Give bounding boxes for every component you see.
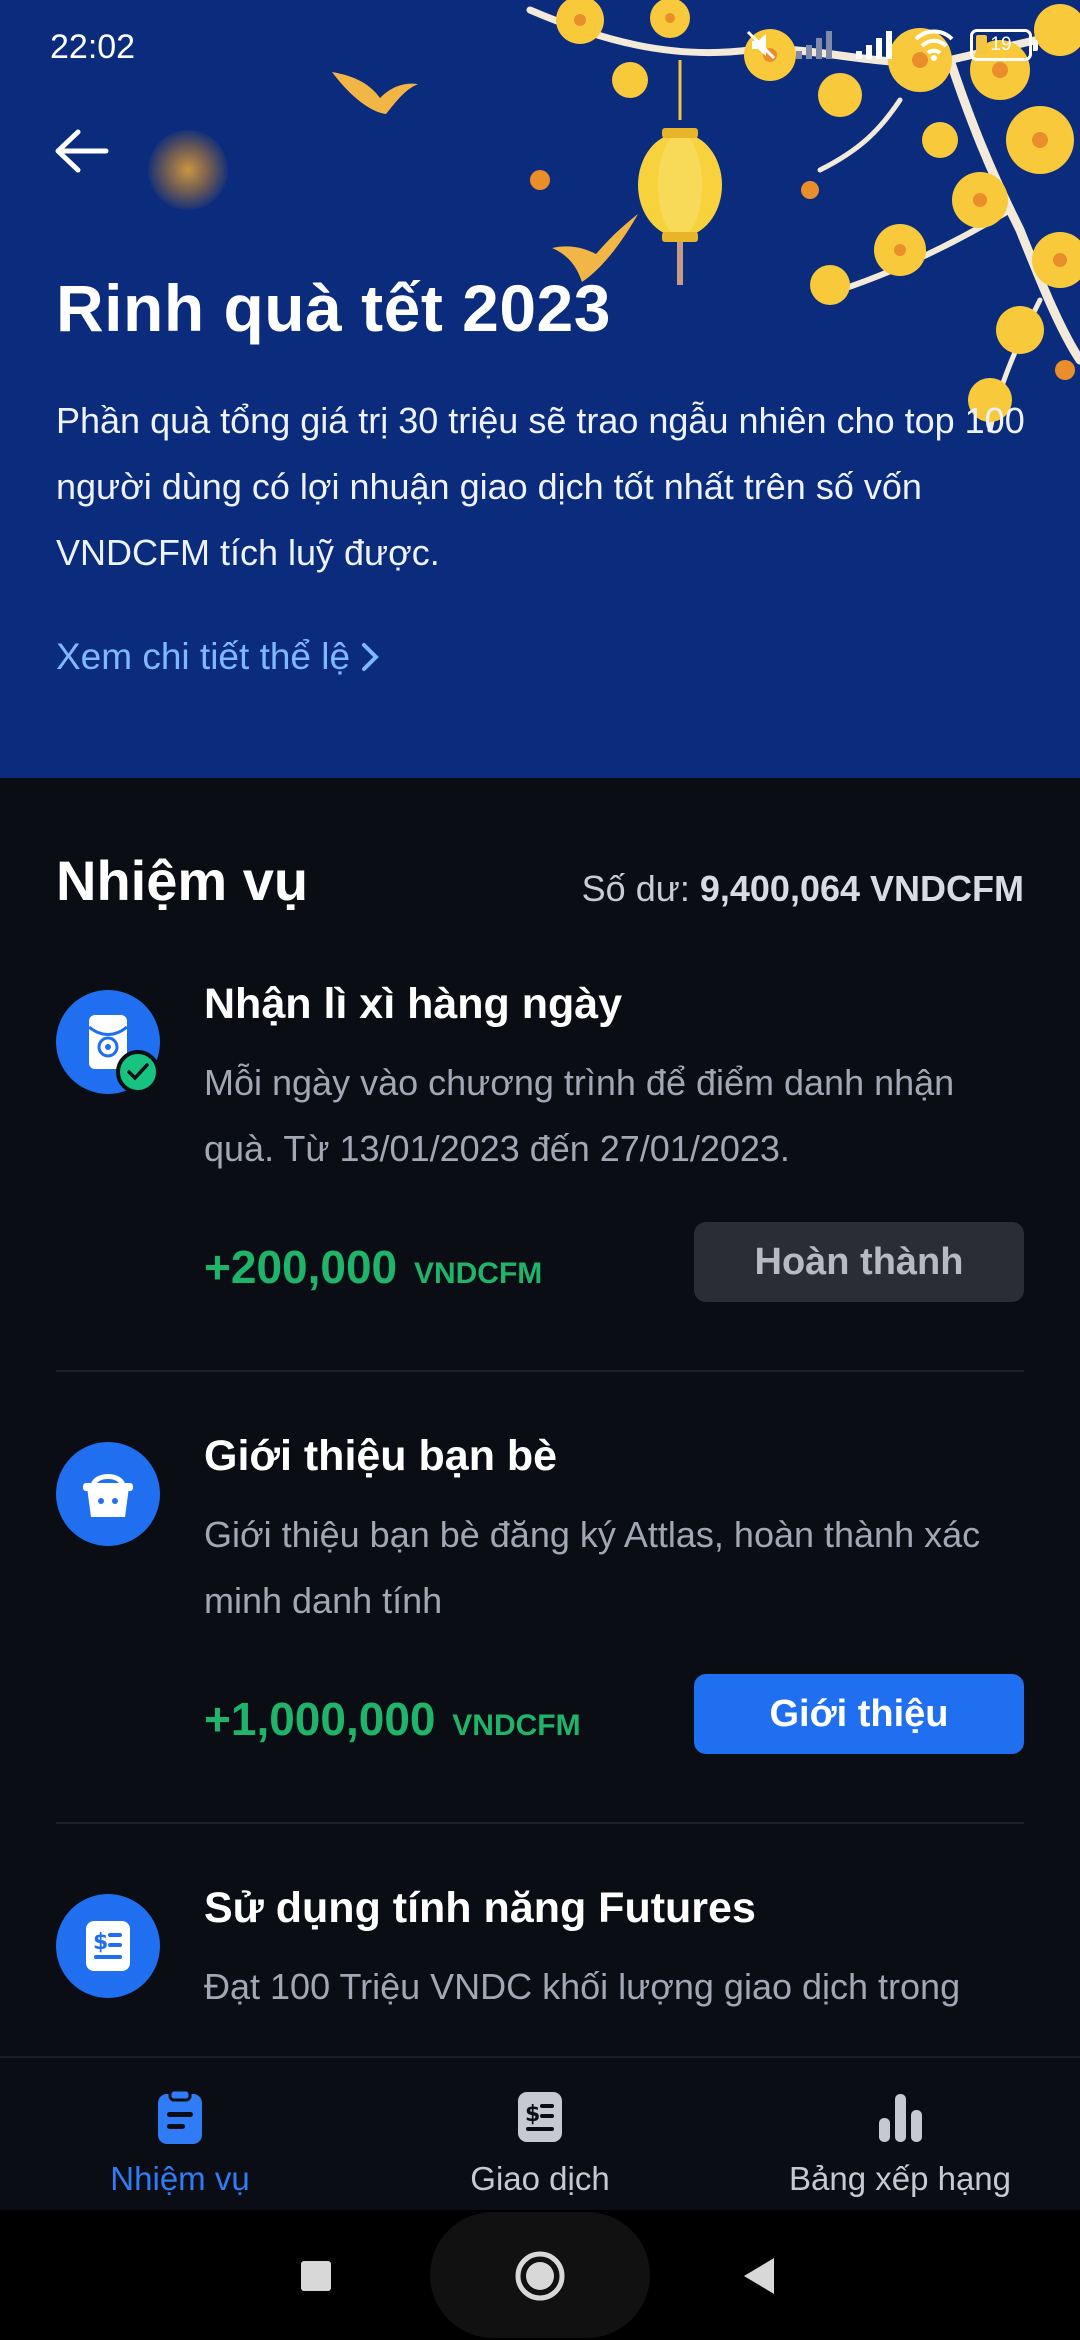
- svg-text:$: $: [93, 1930, 108, 1955]
- tab-missions[interactable]: Nhiệm vụ: [0, 2058, 360, 2210]
- system-navigation-bar: [0, 2210, 1080, 2340]
- task-daily-lixi: Nhận lì xì hàng ngày Mỗi ngày vào chương…: [56, 980, 1024, 1432]
- wifi-icon: [914, 29, 954, 61]
- chevron-right-icon: [362, 643, 379, 671]
- task-description: Mỗi ngày vào chương trình để điểm danh n…: [204, 1062, 955, 1169]
- gift-basket-icon: [56, 1442, 160, 1546]
- balance: Số dư: 9,400,064 VNDCFM: [582, 868, 1024, 910]
- tab-label: Nhiệm vụ: [110, 2160, 250, 2197]
- status-bar: 22:02 19: [0, 0, 1080, 96]
- task-use-futures: $ Sử dụng tính năng Futures Đạt 100 Triệ…: [56, 1884, 1024, 2056]
- refer-button[interactable]: Giới thiệu: [694, 1674, 1024, 1754]
- hero-banner: 22:02 19 Rinh quà tết 2023 Phần quà tổng…: [0, 0, 1080, 778]
- balance-label: Số dư:: [581, 868, 690, 909]
- page-title: Rinh quà tết 2023: [56, 271, 611, 345]
- back-button[interactable]: [52, 126, 122, 186]
- divider: [56, 1370, 1024, 1372]
- status-time: 22:02: [50, 28, 136, 66]
- svg-text:$: $: [525, 2102, 540, 2127]
- clipboard-icon: [158, 2088, 202, 2144]
- reward-unit: VNDCFM: [413, 1257, 543, 1290]
- task-description: Đạt 100 Triệu VNDC khối lượng giao dịch …: [204, 1966, 961, 2007]
- battery-icon: 19: [970, 29, 1038, 61]
- task-title: Sử dụng tính năng Futures: [204, 1884, 756, 1932]
- battery-level: 19: [990, 34, 1012, 55]
- arrow-left-icon: [55, 129, 109, 173]
- task-title: Giới thiệu bạn bè: [204, 1432, 558, 1480]
- mute-icon: [746, 30, 776, 60]
- task-reward: +1,000,000 VNDCFM: [204, 1692, 581, 1746]
- tab-leaderboard[interactable]: Bảng xếp hạng: [720, 2058, 1080, 2210]
- tab-transactions[interactable]: $ Giao dịch: [360, 2058, 720, 2210]
- task-refer-friends: Giới thiệu bạn bè Giới thiệu bạn bè đăng…: [56, 1432, 1024, 1884]
- missions-header: Nhiệm vụ Số dư: 9,400,064 VNDCFM: [56, 848, 1024, 928]
- bottom-navigation: Nhiệm vụ $ Giao dịch Bảng xếp hạng: [0, 2056, 1080, 2210]
- triangle-back-icon: [744, 2258, 774, 2294]
- bar-chart-icon: [879, 2094, 922, 2142]
- blurred-avatar: [148, 130, 228, 210]
- check-icon: [116, 1050, 160, 1094]
- rules-detail-link[interactable]: Xem chi tiết thể lệ: [56, 636, 380, 678]
- missions-title: Nhiệm vụ: [56, 849, 309, 912]
- reward-amount: +1,000,000: [204, 1693, 436, 1745]
- back-system-button[interactable]: [742, 2256, 776, 2301]
- reward-amount: +200,000: [204, 1241, 398, 1293]
- rules-detail-label: Xem chi tiết thể lệ: [56, 636, 351, 677]
- reward-unit: VNDCFM: [452, 1709, 581, 1742]
- tab-label: Bảng xếp hạng: [788, 2160, 1012, 2197]
- balance-value: 9,400,064 VNDCFM: [699, 868, 1024, 909]
- futures-document-icon: $: [56, 1894, 160, 1998]
- tab-label: Giao dịch: [470, 2160, 610, 2197]
- signal-icon: [796, 31, 832, 59]
- task-description: Giới thiệu bạn bè đăng ký Attlas, hoàn t…: [204, 1514, 981, 1621]
- completed-button[interactable]: Hoàn thành: [694, 1222, 1024, 1302]
- square-icon: [301, 2261, 331, 2291]
- signal-icon: [856, 31, 892, 59]
- task-title: Nhận lì xì hàng ngày: [204, 980, 623, 1028]
- promo-description: Phần quà tổng giá trị 30 triệu sẽ trao n…: [56, 400, 1025, 573]
- divider: [56, 1822, 1024, 1824]
- circle-home-icon: [515, 2251, 565, 2301]
- home-button[interactable]: [514, 2250, 566, 2307]
- recents-button[interactable]: [300, 2260, 332, 2297]
- missions-section: Nhiệm vụ Số dư: 9,400,064 VNDCFM Nhận lì…: [0, 778, 1080, 2056]
- task-reward: +200,000 VNDCFM: [204, 1240, 542, 1294]
- transaction-icon: $: [518, 2092, 562, 2142]
